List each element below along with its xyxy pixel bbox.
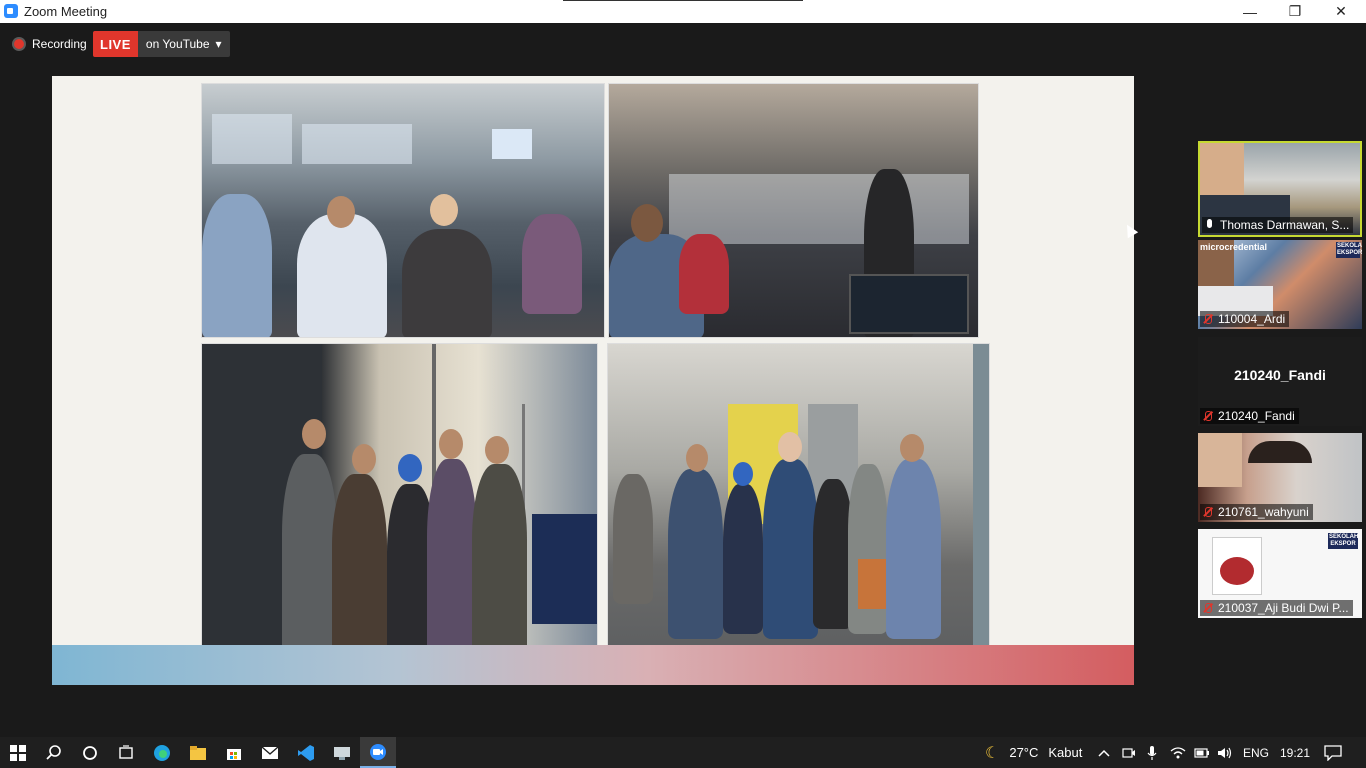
participant-tile-video-off[interactable]: 210240_Fandi 210240_Fandi	[1198, 337, 1362, 426]
file-explorer-icon[interactable]	[180, 737, 216, 768]
chevron-down-icon: ▾	[215, 37, 222, 51]
sekolah-ekspor-logo: SEKOLAH EKSPOR	[1328, 533, 1359, 549]
weather-moon-icon: ☾	[985, 744, 1000, 762]
meeting-stage: Recording LIVE on YouTube ▾ Thomas Darma…	[0, 23, 1366, 737]
participant-name-tag: 210037_Aji Budi Dwi P...	[1200, 600, 1353, 616]
participant-tile[interactable]: microcredential SEKOLAH EKSPOR 110004_Ar…	[1198, 240, 1362, 329]
slide-photo-meeting-room	[201, 83, 605, 338]
search-icon[interactable]	[36, 737, 72, 768]
slide-footer-band	[52, 645, 1134, 685]
live-badge: LIVE	[93, 31, 138, 57]
cortana-icon[interactable]	[72, 737, 108, 768]
chevron-up-icon[interactable]	[1098, 737, 1110, 768]
notification-center-icon[interactable]	[1324, 737, 1342, 768]
microphone-muted-icon	[1202, 602, 1214, 614]
recording-label: Recording	[32, 37, 87, 51]
participant-name-tag: 210240_Fandi	[1200, 408, 1299, 424]
restore-button[interactable]: ❐	[1272, 0, 1318, 23]
slide-photo-conference-room	[608, 83, 979, 338]
participant-name-tag: 110004_Ardi	[1200, 311, 1290, 327]
microphone-icon[interactable]	[1147, 737, 1157, 768]
participant-tile[interactable]: 210761_wahyuni	[1198, 433, 1362, 522]
participant-name: Thomas Darmawan, S...	[1220, 218, 1350, 232]
windows-start-icon[interactable]	[0, 737, 36, 768]
microphone-muted-icon	[1202, 313, 1214, 325]
slide-photo-harbour-group	[201, 343, 598, 661]
participant-name: 210240_Fandi	[1218, 409, 1295, 423]
task-view-icon[interactable]	[108, 737, 144, 768]
live-platform-label: on YouTube	[145, 37, 210, 51]
participant-name: 110004_Ardi	[1218, 312, 1286, 326]
live-stream-control[interactable]: LIVE on YouTube ▾	[93, 31, 230, 57]
weather-description: Kabut	[1048, 745, 1083, 760]
shared-screen	[52, 76, 1134, 685]
edge-browser-icon[interactable]	[144, 737, 180, 768]
participant-tile-active-speaker[interactable]: Thomas Darmawan, S...	[1198, 141, 1362, 237]
windows-taskbar: ☾ 27°C Kabut ENG 19:21	[0, 737, 1366, 768]
recording-indicator[interactable]: Recording	[8, 31, 87, 57]
weather-widget[interactable]: ☾ 27°C Kabut	[985, 737, 1082, 768]
vscode-icon[interactable]	[288, 737, 324, 768]
tile-brand-text: microcredential	[1200, 242, 1268, 252]
microphone-muted-icon	[1202, 506, 1214, 518]
zoom-taskbar-icon[interactable]	[360, 737, 396, 768]
weather-temperature: 27°C	[1009, 745, 1039, 760]
window-title: Zoom Meeting	[24, 4, 108, 19]
meet-now-icon[interactable]	[1122, 737, 1136, 768]
input-language-indicator[interactable]: ENG	[1243, 737, 1269, 768]
microphone-muted-icon	[1202, 410, 1214, 422]
participant-name-tag: 210761_wahyuni	[1200, 504, 1313, 520]
participant-video-off-name: 210240_Fandi	[1234, 367, 1326, 383]
mail-icon[interactable]	[252, 737, 288, 768]
participant-name: 210037_Aji Budi Dwi P...	[1218, 601, 1349, 615]
sekolah-ekspor-logo: SEKOLAH EKSPOR	[1336, 242, 1362, 258]
participant-name-tag: Thomas Darmawan, S...	[1202, 217, 1354, 233]
microphone-icon	[1204, 219, 1216, 231]
zoom-app-icon	[4, 4, 18, 18]
participant-tile[interactable]: SEKOLAH EKSPOR 210037_Aji Budi Dwi P...	[1198, 529, 1362, 618]
store-icon[interactable]	[216, 737, 252, 768]
wifi-icon[interactable]	[1170, 737, 1186, 768]
minimize-button[interactable]: —	[1227, 0, 1273, 23]
slide-photo-factory-group	[607, 343, 990, 661]
close-button[interactable]: ✕	[1318, 0, 1364, 23]
recording-dot-icon	[14, 39, 24, 49]
window-titlebar: Zoom Meeting — ❐ ✕	[0, 0, 1366, 23]
participant-name: 210761_wahyuni	[1218, 505, 1309, 519]
drag-indicator	[563, 0, 803, 1]
volume-icon[interactable]	[1217, 737, 1233, 768]
battery-icon[interactable]	[1194, 737, 1210, 768]
remote-desktop-icon[interactable]	[324, 737, 360, 768]
clock[interactable]: 19:21	[1280, 737, 1310, 768]
live-platform-dropdown[interactable]: on YouTube ▾	[137, 31, 230, 57]
